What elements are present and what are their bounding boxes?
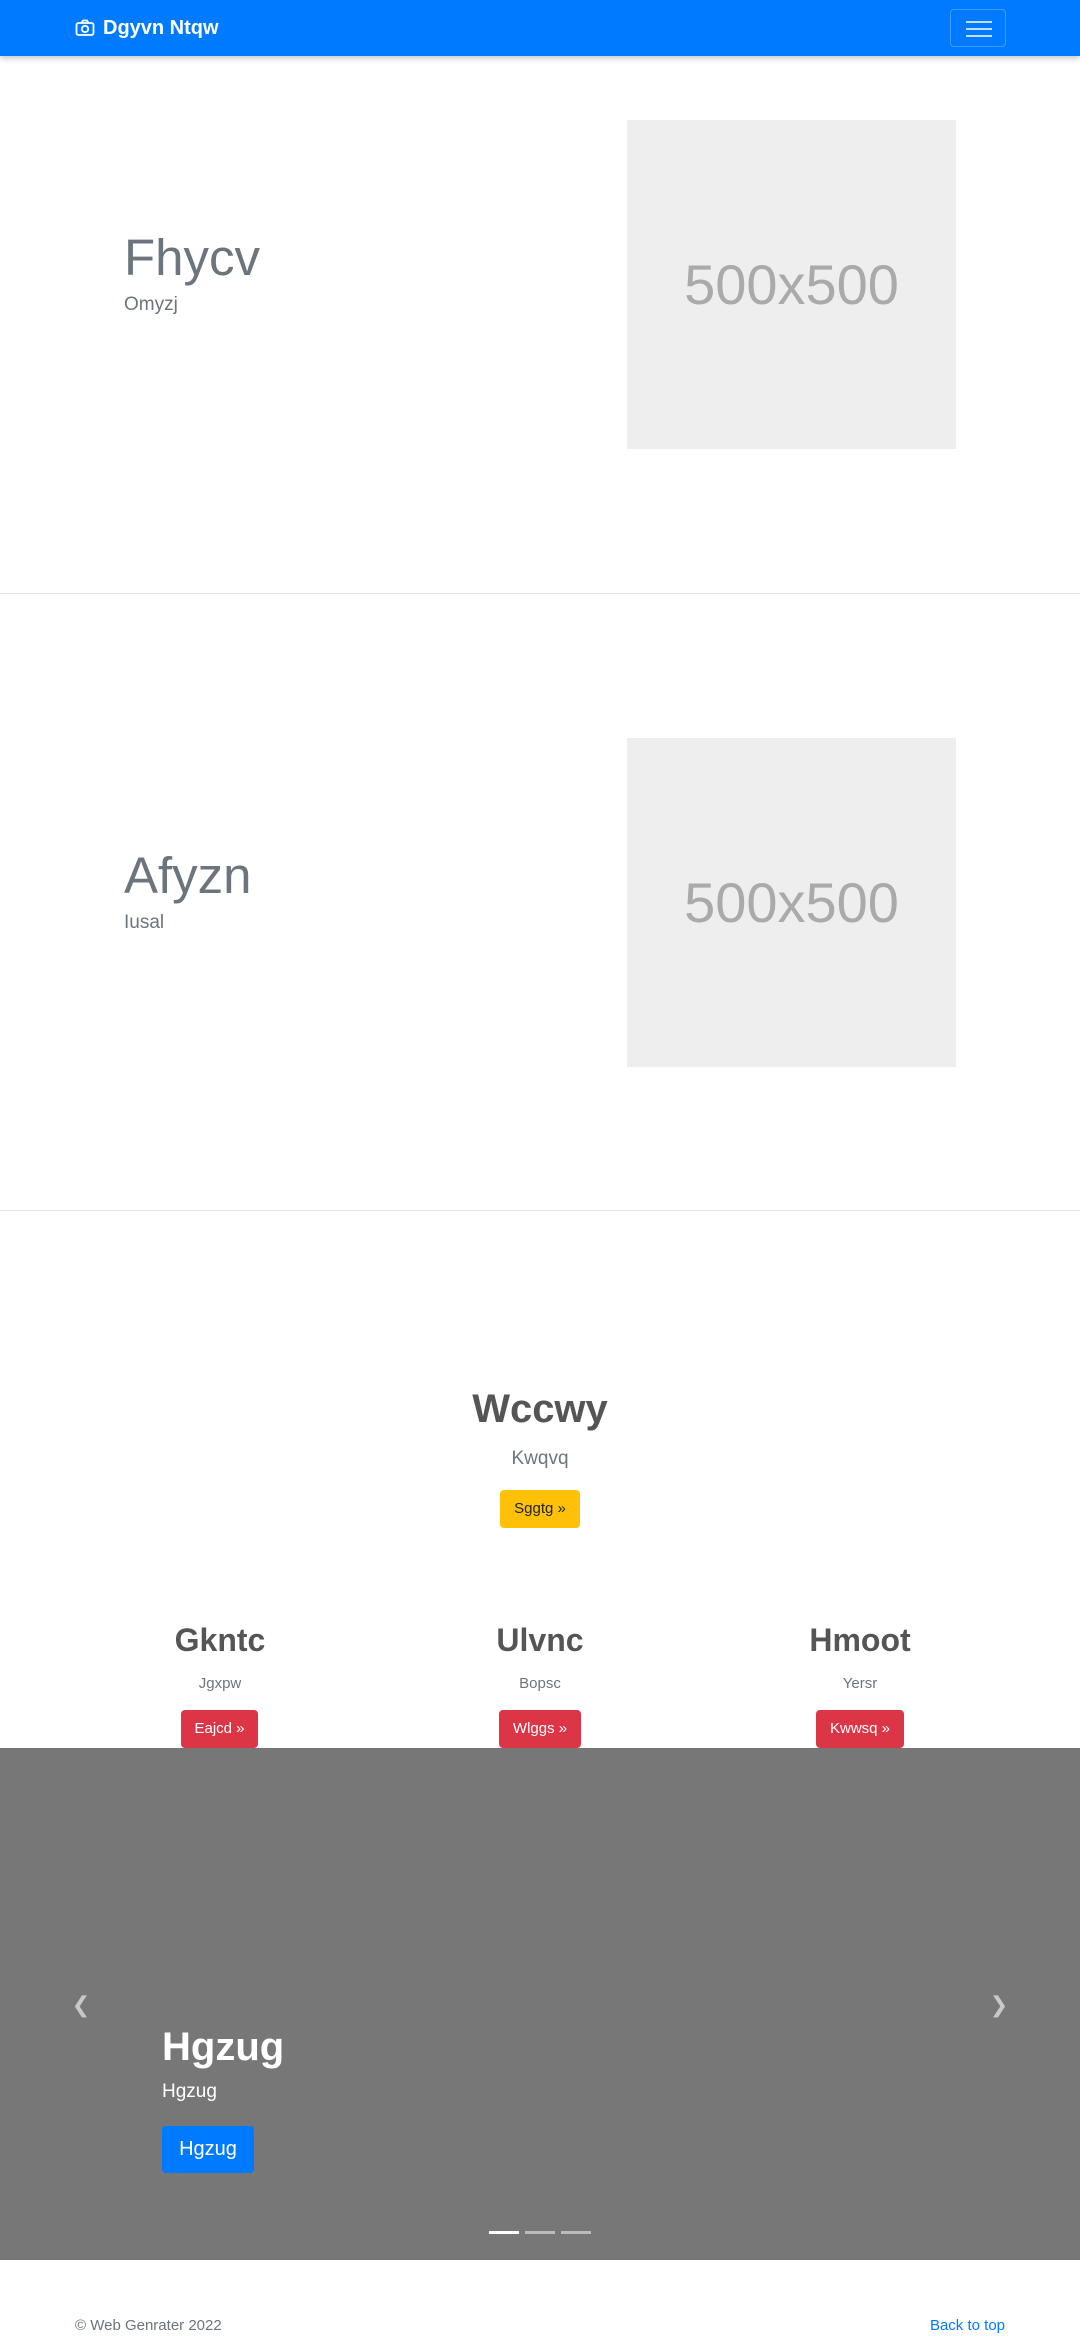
column-subtitle: Jgxpw (198, 1675, 242, 1692)
feature-heading: Afyzn (124, 847, 252, 904)
feature-subheading: Iusal (124, 912, 165, 933)
carousel: ❮ ❯ Hgzug Hgzug Hgzug (0, 1748, 1080, 2260)
column-title: Hmoot (809, 1622, 911, 1658)
navbar: Dgyvn Ntqw (0, 0, 1080, 56)
feature-image-placeholder: 500x500 (627, 738, 956, 1067)
carousel-indicator[interactable] (561, 2231, 591, 2234)
carousel-caption-button[interactable]: Hgzug (162, 2126, 254, 2173)
navbar-toggle-button[interactable] (950, 9, 1006, 47)
hamburger-icon (966, 21, 992, 23)
column-title: Gkntc (174, 1622, 266, 1658)
back-to-top-link[interactable]: Back to top (930, 2317, 1005, 2334)
promo-button[interactable]: Sggtg » (500, 1490, 580, 1528)
carousel-indicator[interactable] (525, 2231, 555, 2234)
carousel-prev-button[interactable]: ❮ (69, 1993, 93, 2017)
column-button[interactable]: Kwwsq » (816, 1710, 904, 1748)
carousel-indicators (489, 2231, 591, 2234)
brand-name: Dgyvn Ntqw (103, 16, 219, 39)
carousel-caption-text: Hgzug (162, 2081, 217, 2102)
feature-section-2: Afyzn Iusal 500x500 (0, 594, 1080, 1211)
carousel-next-button[interactable]: ❯ (987, 1993, 1011, 2017)
column-subtitle: Yersr (842, 1675, 878, 1692)
navbar-brand[interactable]: Dgyvn Ntqw (75, 14, 219, 42)
column-button[interactable]: Wlggs » (499, 1710, 581, 1748)
feature-section-1: Fhycv Omyzj 500x500 (0, 0, 1080, 594)
promo-subtitle: Kwqvq (511, 1448, 569, 1469)
promo-title: Wccwy (472, 1387, 608, 1431)
column-subtitle: Bopsc (519, 1675, 561, 1692)
carousel-caption-title: Hgzug (162, 2025, 285, 2069)
feature-image-placeholder: 500x500 (627, 120, 956, 449)
carousel-indicator[interactable] (489, 2231, 519, 2234)
column-title: Ulvnc (496, 1622, 584, 1658)
camera-icon (75, 19, 95, 36)
footer-copyright: © Web Genrater 2022 (75, 2317, 222, 2334)
column-button[interactable]: Eajcd » (181, 1710, 258, 1748)
footer: © Web Genrater 2022 Back to top (0, 2260, 1080, 2349)
feature-subheading: Omyzj (124, 294, 178, 315)
chevron-left-icon: ❮ (71, 1992, 91, 2017)
feature-heading: Fhycv (124, 229, 261, 286)
chevron-right-icon: ❯ (989, 1992, 1009, 2017)
